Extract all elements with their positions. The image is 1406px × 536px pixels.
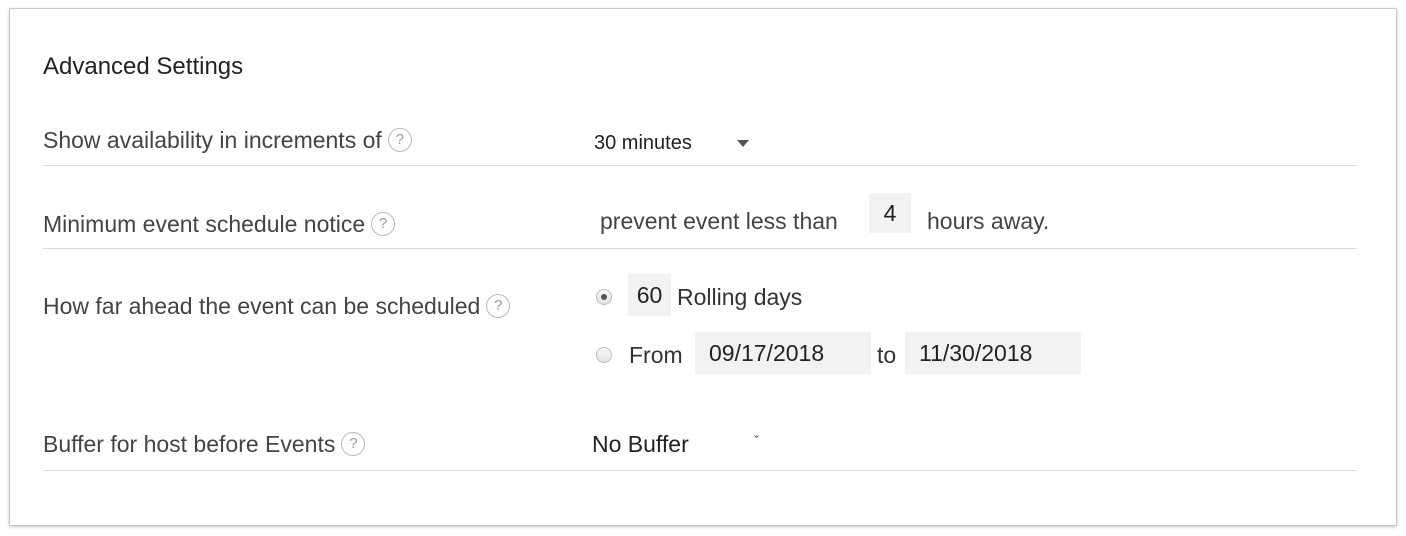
advanced-settings-panel: Advanced Settings Show availability in i…: [10, 9, 1396, 525]
rolling-days-input[interactable]: 60: [628, 274, 671, 316]
divider: [43, 248, 1357, 249]
help-icon[interactable]: ?: [341, 431, 366, 456]
buffer-select-value: No Buffer: [592, 431, 689, 457]
help-icon[interactable]: ?: [387, 127, 412, 152]
increments-select-value: 30 minutes: [594, 132, 692, 154]
from-date-input[interactable]: 09/17/2018: [695, 332, 871, 374]
date-range-radio[interactable]: [596, 347, 612, 363]
ahead-label: How far ahead the event can be scheduled: [43, 293, 481, 319]
from-label: From: [629, 342, 683, 368]
rolling-days-label: Rolling days: [677, 284, 803, 310]
to-label: to: [877, 342, 897, 368]
notice-suffix-text: hours away.: [927, 208, 1050, 234]
buffer-label: Buffer for host before Events: [43, 431, 336, 457]
help-icon[interactable]: ?: [371, 211, 396, 236]
increments-select[interactable]: 30 minutes: [594, 132, 692, 155]
chevron-down-icon[interactable]: ˇ: [754, 433, 759, 450]
section-title: Advanced Settings: [43, 53, 244, 80]
notice-label-row: Minimum event schedule notice?: [43, 211, 396, 238]
buffer-select[interactable]: No Buffer: [592, 431, 689, 458]
buffer-label-row: Buffer for host before Events?: [43, 431, 366, 458]
increments-label-row: Show availability in increments of?: [43, 127, 412, 154]
ahead-label-row: How far ahead the event can be scheduled…: [43, 293, 511, 320]
divider: [43, 470, 1357, 471]
notice-prefix-text: prevent event less than: [600, 208, 838, 234]
help-icon[interactable]: ?: [486, 293, 511, 318]
notice-label: Minimum event schedule notice: [43, 211, 366, 237]
rolling-days-radio[interactable]: [596, 289, 612, 305]
to-date-input[interactable]: 11/30/2018: [905, 332, 1081, 374]
notice-hours-input[interactable]: 4: [869, 193, 911, 233]
increments-label: Show availability in increments of: [43, 127, 382, 153]
divider: [43, 165, 1357, 166]
caret-down-icon[interactable]: [737, 140, 749, 147]
